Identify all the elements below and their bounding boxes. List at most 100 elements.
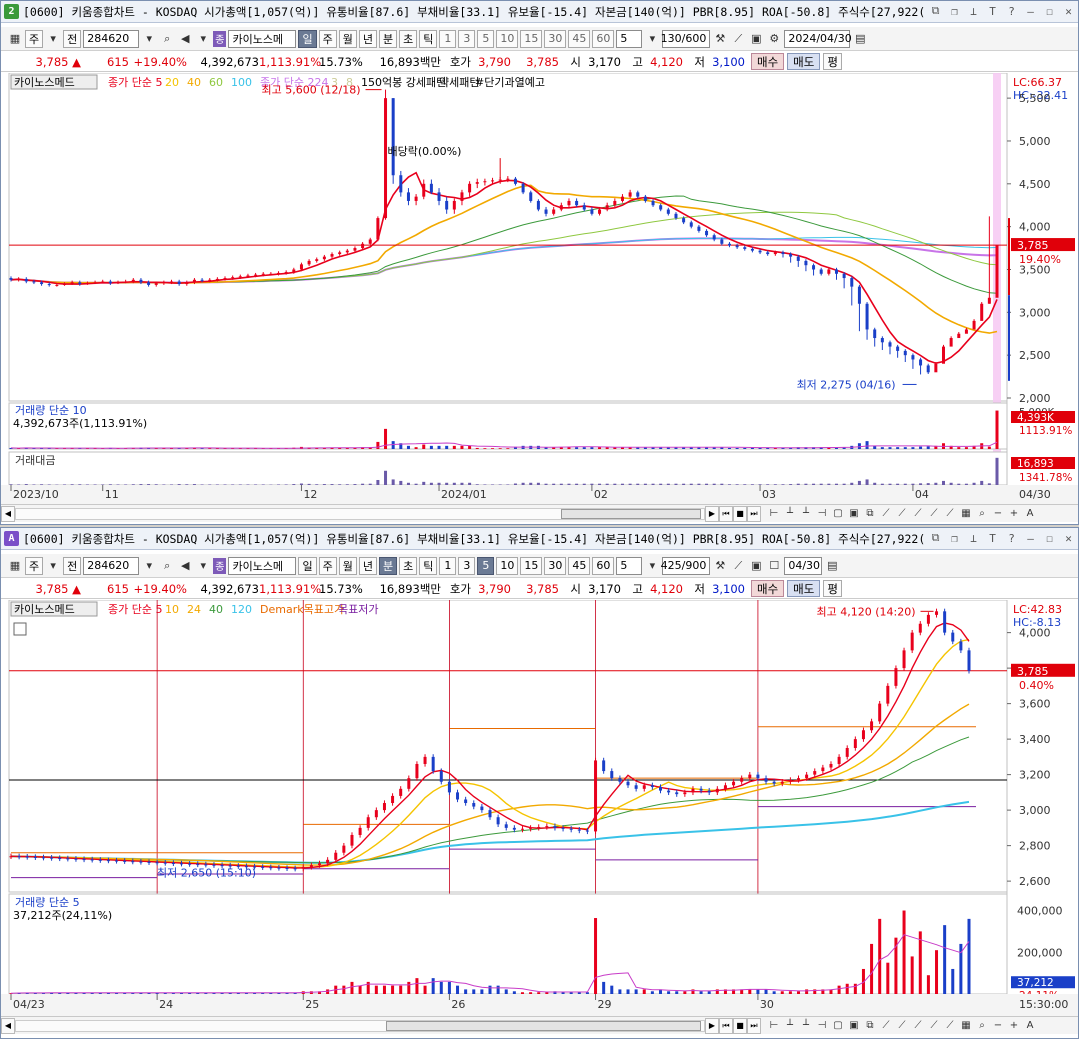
font-size-icon[interactable]: A [1023, 507, 1037, 521]
scroll-thumb[interactable] [561, 508, 701, 519]
eval-button[interactable]: 평 [823, 580, 842, 597]
interval-15-button[interactable]: 15 [520, 29, 543, 48]
bar-count-input[interactable]: 425/900 [661, 556, 711, 575]
calendar-icon[interactable]: ▤ [852, 30, 868, 48]
scroll-left-arrow[interactable]: ◀ [1, 505, 15, 522]
trend-tool-icon[interactable]: ⟋ [879, 1019, 893, 1033]
interval-15-button[interactable]: 15 [520, 556, 543, 575]
interval-1-button[interactable]: 1 [439, 556, 457, 575]
daily-chart-area[interactable]: 카이노스메드 종가 단순 5 20 40 60 100 종가 단순 224 3 8 150억봉 강… [1, 73, 1078, 505]
checkbox-icon[interactable]: ☐ [766, 557, 782, 575]
scroll-right-arrow[interactable]: ▶ [705, 1017, 719, 1034]
stock-code-input[interactable]: 284620 [83, 29, 140, 48]
period-month-button[interactable]: 월 [338, 556, 357, 575]
period-week-button[interactable]: 주 [318, 29, 337, 48]
trend-tool-icon[interactable]: ⟋ [895, 507, 909, 521]
zoom-slider-icon[interactable]: ┴ [783, 1019, 797, 1033]
restore-icon[interactable]: ❐ [947, 3, 962, 19]
interval-input[interactable]: 5 [616, 556, 643, 575]
chevron-down-icon[interactable]: ▾ [195, 30, 211, 48]
chevron-down-icon[interactable]: ▾ [141, 557, 157, 575]
indicator-icon[interactable]: ⚒ [712, 557, 728, 575]
period-tick-button[interactable]: 틱 [419, 556, 438, 575]
zoom-slider-icon[interactable]: ┴ [783, 507, 797, 521]
buy-button[interactable]: 매수 [751, 580, 785, 597]
interval-1-button[interactable]: 1 [439, 29, 457, 48]
plus-icon[interactable]: + [1007, 1019, 1021, 1033]
bar-count-input[interactable]: 130/600 [661, 29, 711, 48]
interval-3-button[interactable]: 3 [458, 29, 476, 48]
interval-60-button[interactable]: 60 [592, 29, 615, 48]
interval-3-button[interactable]: 3 [458, 556, 476, 575]
close-icon[interactable]: ✕ [1061, 530, 1076, 546]
period-day-button[interactable]: 일 [298, 556, 317, 575]
minimize-icon[interactable]: – [1023, 3, 1038, 19]
trend-tool-icon[interactable]: ⟋ [943, 1019, 957, 1033]
calendar-icon[interactable]: ▤ [824, 557, 840, 575]
zoom-slider-icon[interactable]: ┴ [799, 507, 813, 521]
period-minute-button[interactable]: 분 [378, 556, 398, 575]
font-icon[interactable]: T [985, 3, 1000, 19]
line-tool-icon[interactable]: ⟋ [730, 557, 746, 575]
plus-icon[interactable]: + [1007, 507, 1021, 521]
period-year-button[interactable]: 년 [358, 29, 377, 48]
sell-button[interactable]: 매도 [787, 53, 821, 70]
minimize-icon[interactable]: – [1023, 530, 1038, 546]
minus-icon[interactable]: − [991, 1019, 1005, 1033]
interval-5-button[interactable]: 5 [477, 29, 495, 48]
chart-scrollbar[interactable]: ◀ ▶ ⏮ ■ ⏭ ⊢ ┴ ┴ ⊣ ▢ ▣ ⧉ ⟋ ⟋ ⟋ ⟋ ⟋ ▦ ⌕ − + A [1, 504, 1078, 522]
close-icon[interactable]: ✕ [1061, 3, 1076, 19]
restore-icon[interactable]: ❐ [947, 530, 962, 546]
help-icon[interactable]: ? [1004, 3, 1019, 19]
interval-30-button[interactable]: 30 [544, 556, 567, 575]
scroll-track[interactable] [15, 507, 705, 520]
search-icon[interactable]: ⌕ [975, 507, 989, 521]
eval-button[interactable]: 평 [823, 53, 842, 70]
interval-10-button[interactable]: 10 [496, 556, 519, 575]
scroll-track[interactable] [15, 1019, 705, 1032]
window-icon[interactable]: ▢ [831, 507, 845, 521]
buy-button[interactable]: 매수 [751, 53, 785, 70]
chevron-down-icon[interactable]: ▾ [644, 30, 660, 48]
trend-tool-icon[interactable]: ⟋ [927, 507, 941, 521]
stock-name-field[interactable]: 카이노스메 [228, 29, 297, 48]
window-icon[interactable]: ⧉ [863, 507, 877, 521]
save-icon[interactable]: ▣ [748, 557, 764, 575]
stop-button[interactable]: ■ [733, 1017, 747, 1034]
font-size-icon[interactable]: A [1023, 1019, 1037, 1033]
layout-icon[interactable]: ▦ [959, 507, 973, 521]
jump-start-button[interactable]: ⏮ [719, 1017, 733, 1034]
trend-tool-icon[interactable]: ⟋ [911, 507, 925, 521]
stock-code-input[interactable]: 284620 [83, 556, 140, 575]
stock-type-select[interactable]: 주 [25, 29, 44, 48]
link-icon[interactable]: ⧉ [928, 530, 943, 546]
period-second-button[interactable]: 초 [399, 29, 418, 48]
period-year-button[interactable]: 년 [358, 556, 377, 575]
jump-end-button[interactable]: ⏭ [747, 1017, 761, 1034]
search-icon[interactable]: ⌕ [159, 557, 175, 575]
trend-tool-icon[interactable]: ⟋ [943, 507, 957, 521]
interval-10-button[interactable]: 10 [496, 29, 519, 48]
stock-name-field[interactable]: 카이노스메 [228, 556, 297, 575]
window-icon[interactable]: ▣ [847, 1019, 861, 1033]
search-icon[interactable]: ⌕ [159, 30, 175, 48]
scroll-thumb[interactable] [386, 1020, 701, 1031]
interval-5-button[interactable]: 5 [477, 556, 495, 575]
zoom-slider-icon[interactable]: ⊢ [767, 507, 781, 521]
zoom-slider-icon[interactable]: ⊣ [815, 507, 829, 521]
layout-icon[interactable]: ▦ [7, 557, 23, 575]
trend-tool-icon[interactable]: ⟋ [895, 1019, 909, 1033]
search-icon[interactable]: ⌕ [975, 1019, 989, 1033]
indicator-icon[interactable]: ⚒ [712, 30, 728, 48]
maximize-icon[interactable]: ☐ [1042, 530, 1057, 546]
scroll-left-arrow[interactable]: ◀ [1, 1017, 15, 1034]
zoom-slider-icon[interactable]: ┴ [799, 1019, 813, 1033]
period-month-button[interactable]: 월 [338, 29, 357, 48]
speaker-icon[interactable]: ◀ [177, 30, 193, 48]
window-icon[interactable]: ▢ [831, 1019, 845, 1033]
period-tick-button[interactable]: 틱 [419, 29, 438, 48]
line-tool-icon[interactable]: ⟋ [730, 30, 746, 48]
stock-type-select[interactable]: 주 [25, 556, 44, 575]
jump-start-button[interactable]: ⏮ [719, 505, 733, 522]
interval-45-button[interactable]: 45 [568, 556, 591, 575]
